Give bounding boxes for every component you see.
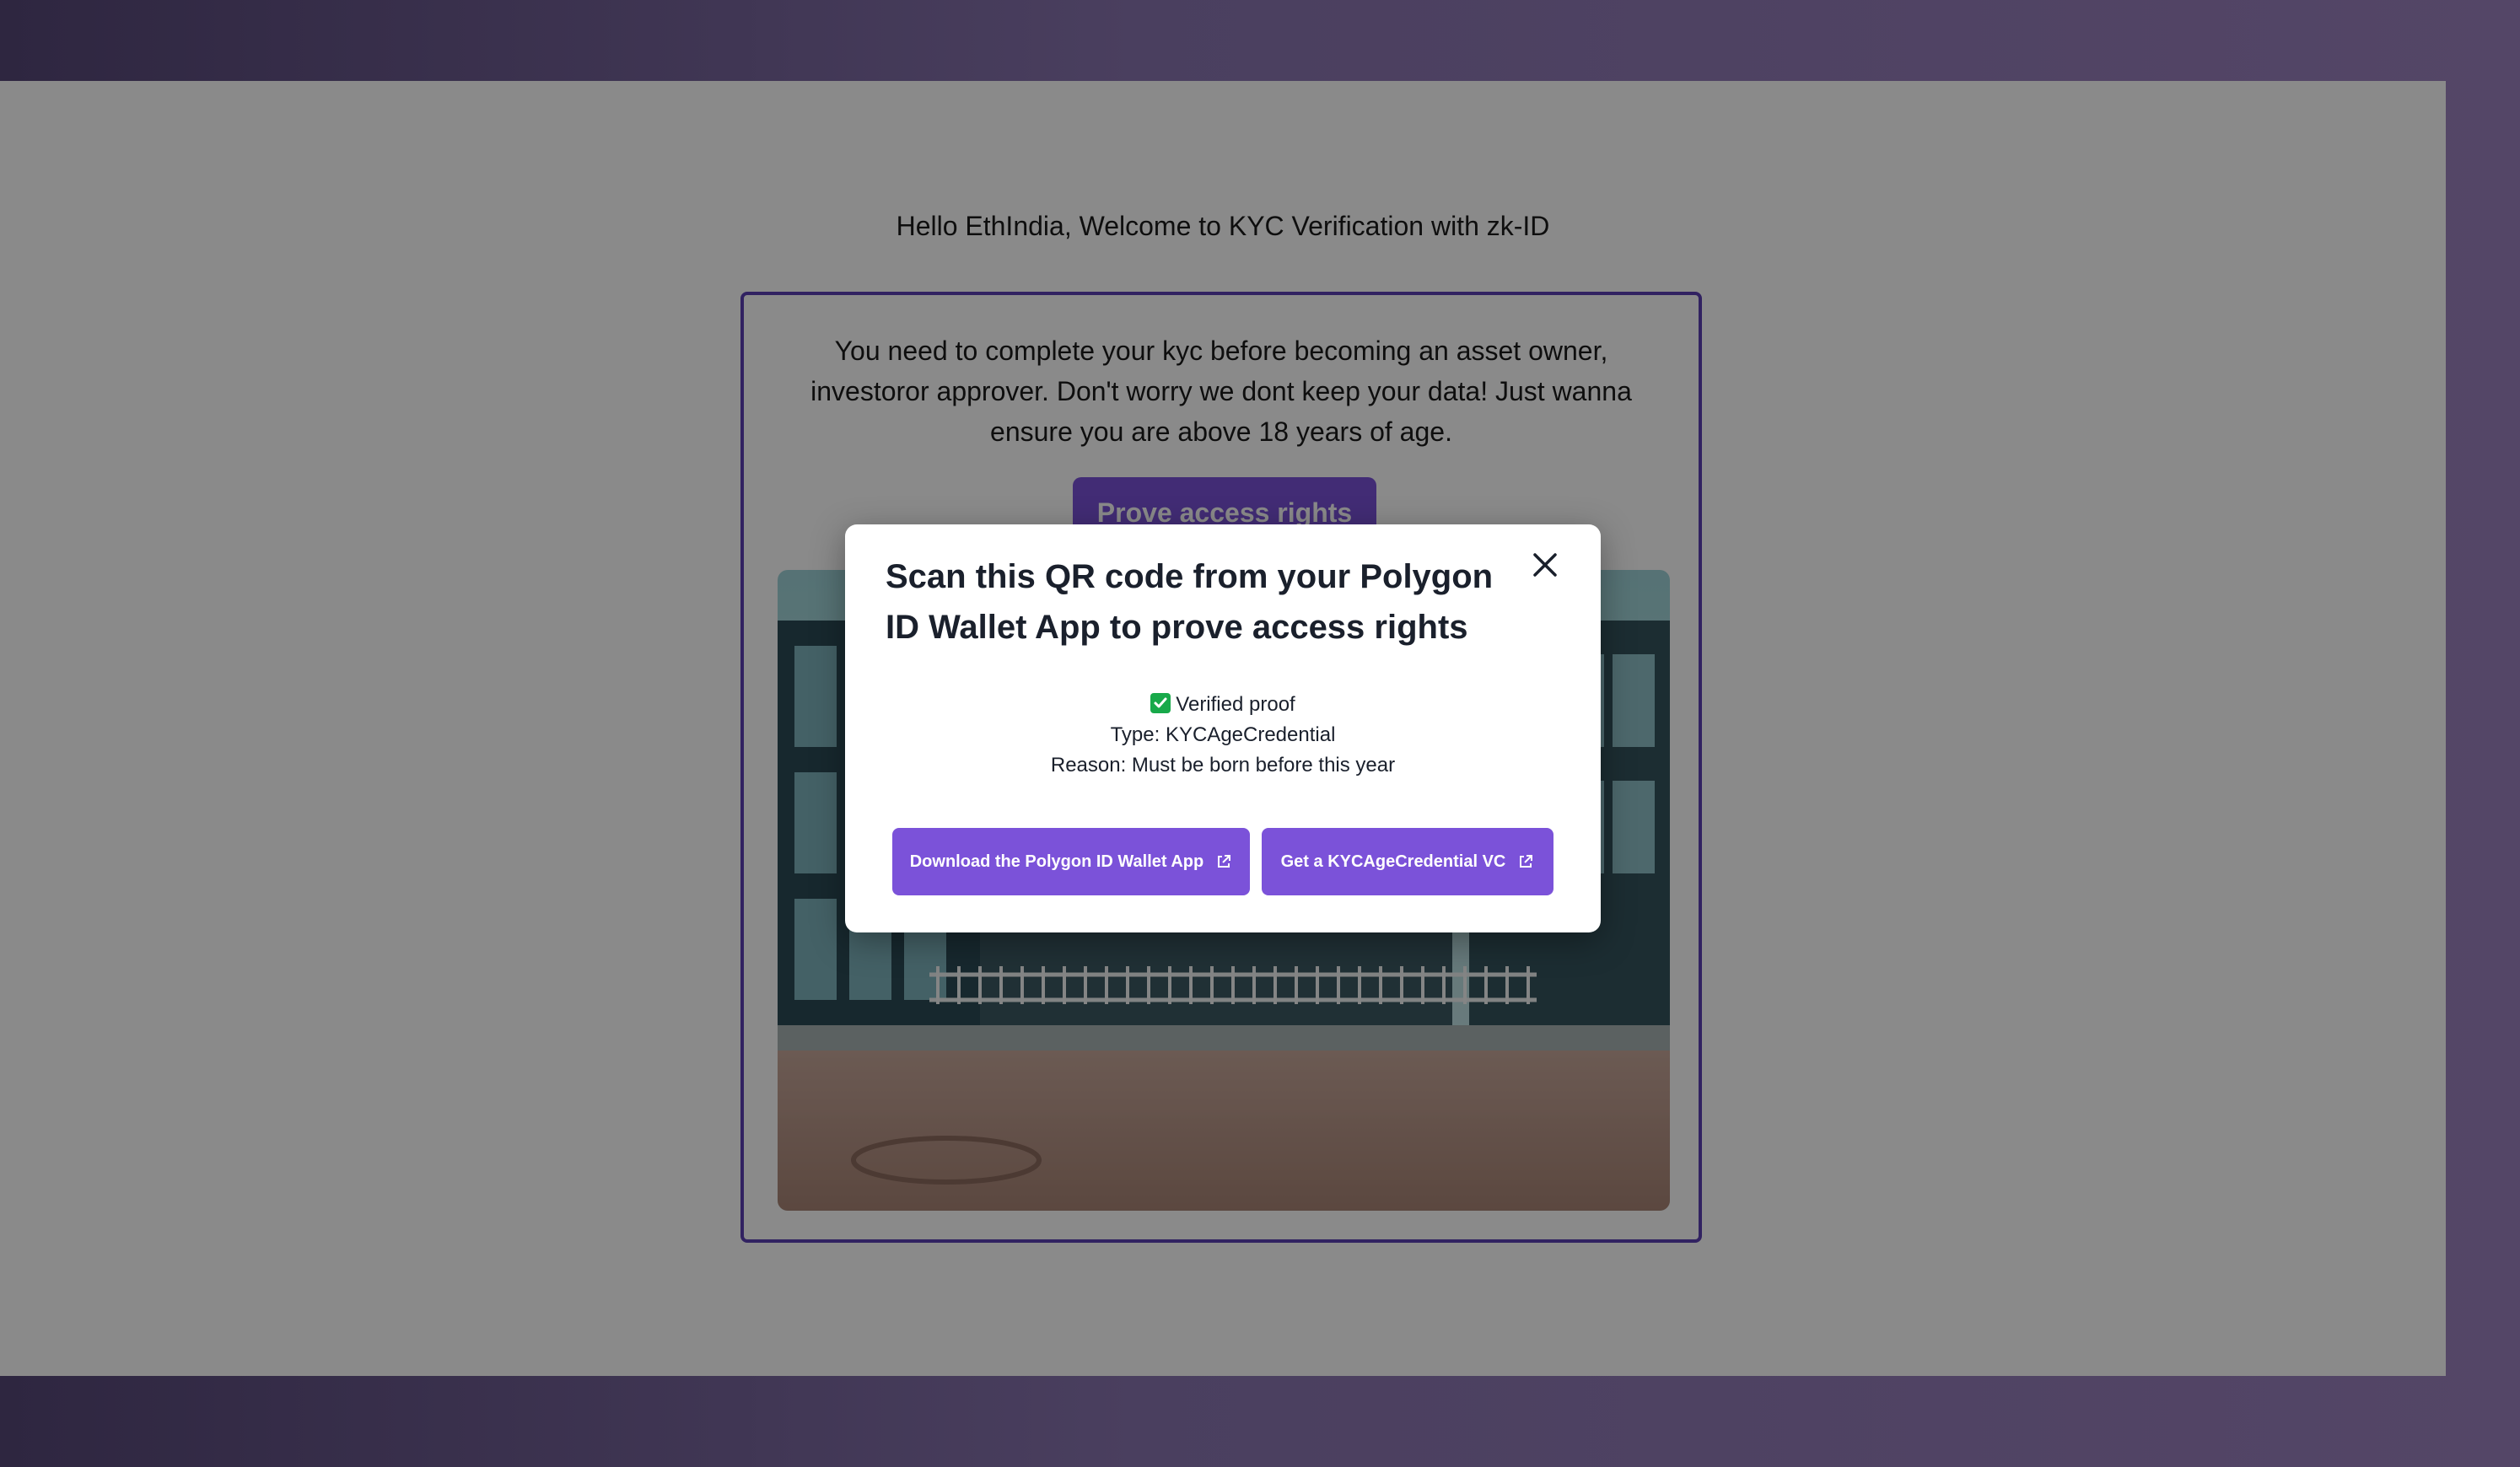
qr-modal: Scan this QR code from your Polygon ID W… [845,524,1601,932]
download-wallet-label: Download the Polygon ID Wallet App [909,852,1204,871]
credential-type: Type: KYCAgeCredential [1110,723,1336,746]
download-wallet-button[interactable]: Download the Polygon ID Wallet App [892,828,1250,895]
verified-status-text: Verified proof [1176,693,1295,716]
credential-reason: Reason: Must be born before this year [1050,754,1396,776]
app-viewport: Hello EthIndia, Welcome to KYC Verificat… [0,81,2446,1376]
proof-info: Verified proof Type: KYCAgeCredential Re… [845,690,1601,781]
close-button[interactable] [1527,546,1564,583]
get-credential-button[interactable]: Get a KYCAgeCredential VC [1262,828,1553,895]
get-credential-label: Get a KYCAgeCredential VC [1280,852,1506,871]
external-link-icon [1218,855,1231,868]
external-link-icon [1520,855,1533,868]
close-icon [1533,553,1557,577]
modal-title: Scan this QR code from your Polygon ID W… [886,558,1494,646]
verified-status: Verified proof [845,690,1601,720]
check-icon [1150,693,1171,713]
